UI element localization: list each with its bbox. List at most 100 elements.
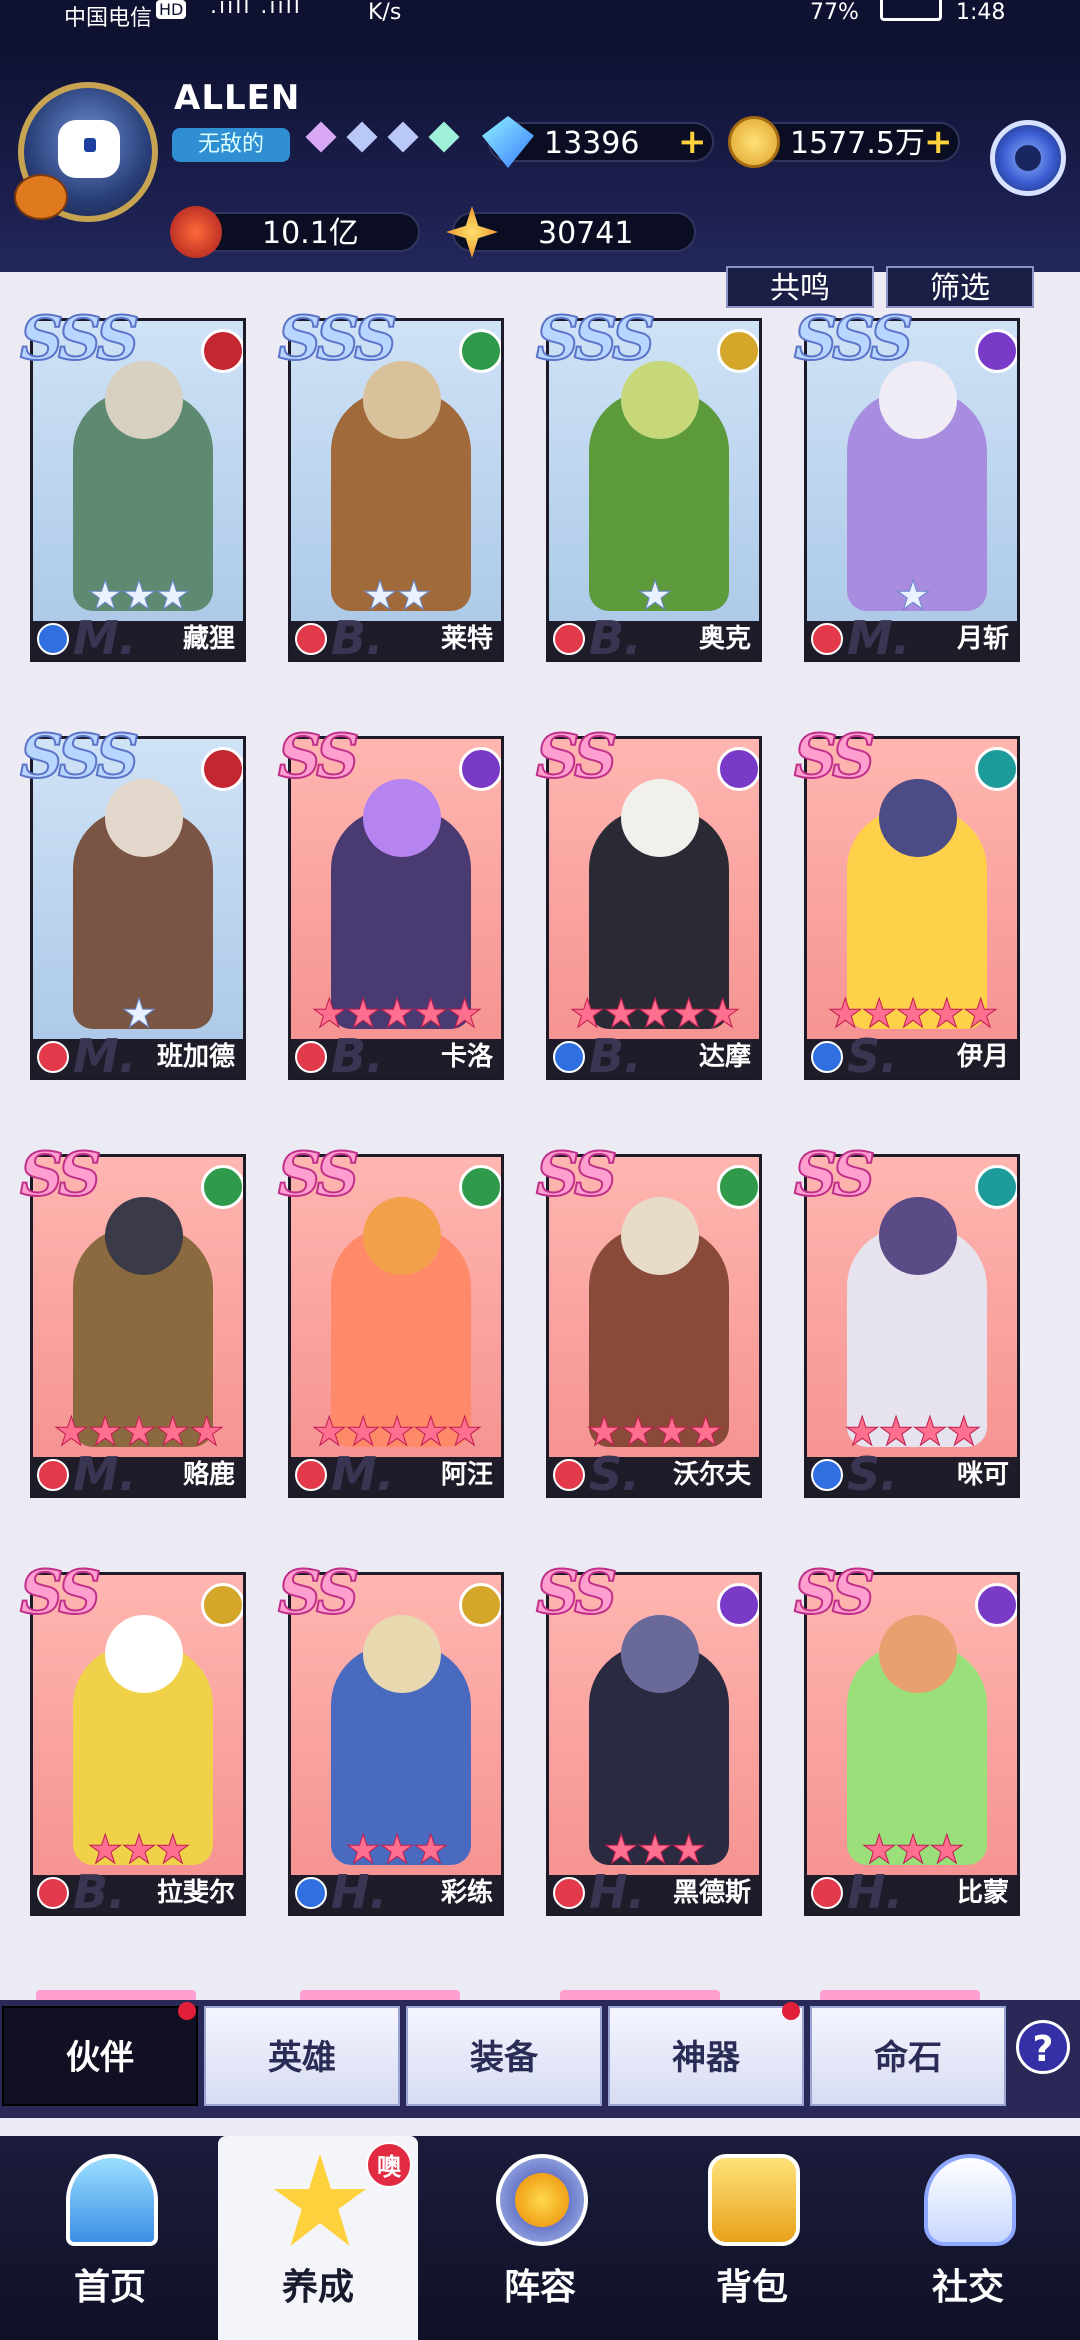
hero-head (879, 779, 957, 857)
player-name: ALLEN (174, 78, 301, 118)
stardust-stat: 30741 (446, 206, 696, 258)
nav-backpack[interactable]: 背包 (652, 2136, 852, 2340)
star-icon: ★ (670, 1827, 707, 1874)
sword-role-icon (811, 623, 843, 655)
star-icon: ★ (412, 991, 449, 1038)
netspeed-label: K/s (368, 0, 402, 25)
hero-card[interactable]: ★★★★★ S. 伊月 SS (793, 721, 1020, 1080)
hero-nameplate: M. 班加德 (33, 1029, 243, 1077)
hero-nameplate: B. 莱特 (291, 611, 501, 659)
nav-label: 背包 (715, 2267, 788, 2308)
hero-card[interactable]: ★★★ H. 黑德斯 SS (535, 1557, 762, 1916)
settings-gear-icon[interactable] (990, 120, 1066, 196)
star-icon: ★ (637, 991, 674, 1038)
hero-nameplate: M. 赂鹿 (33, 1447, 243, 1495)
rank-badge: SS (793, 1139, 876, 1211)
star-rating: ★★★★★ (291, 1409, 501, 1456)
hero-name: 奥克 (698, 624, 751, 654)
water-faction-icon (975, 1165, 1017, 1209)
hero-card[interactable]: ★★★★★ M. 赂鹿 SS (19, 1139, 246, 1498)
nav-label: 首页 (73, 2267, 146, 2308)
hero-class: B. (73, 1865, 126, 1916)
hero-card[interactable]: ★ B. 奥克 SSS (535, 310, 762, 662)
star-icon: ★ (154, 1409, 191, 1456)
hero-class: B. (331, 1029, 384, 1080)
hero-card[interactable]: ★★★★★ M. 阿汪 SS (277, 1139, 504, 1498)
social-ghost-icon (924, 2154, 1016, 2246)
notification-dot (782, 2002, 800, 2020)
hero-head (621, 779, 699, 857)
hero-class: M. (73, 611, 137, 662)
avatar-eye-icon (84, 138, 96, 152)
star-rating: ★★★★★ (33, 1409, 243, 1456)
star-rating: ★★★★★ (291, 991, 501, 1038)
battery-percent: 77% (810, 0, 859, 25)
hero-card[interactable]: ★★★ H. 比蒙 SS (793, 1557, 1020, 1916)
hero-class: M. (73, 1447, 137, 1498)
sword-role-icon (553, 1877, 585, 1909)
player-title-badge: 无敌的 (172, 128, 290, 162)
hero-name: 莱特 (440, 624, 493, 654)
hero-card[interactable]: ★★★ B. 拉斐尔 SS (19, 1557, 246, 1916)
wand-role-icon (553, 1041, 585, 1073)
gold-currency[interactable]: 1577.5万 + (728, 116, 960, 168)
hero-card[interactable]: ★ M. 班加德 SSS (19, 721, 246, 1080)
subtab-artifact[interactable]: 神器 (608, 2006, 804, 2106)
hero-nameplate: B. 奥克 (549, 611, 759, 659)
hero-nameplate: B. 卡洛 (291, 1029, 501, 1077)
hero-card[interactable]: ★★★ M. 藏狸 SSS (19, 310, 246, 662)
home-icon (66, 2154, 158, 2246)
hero-grid: ★★★ M. 藏狸 SSS ★★ B. 莱特 SSS ★ B. 奥克 SSS ★ M. 月斩 SSS ★ M. 班加… (0, 310, 1080, 1996)
nav-nurture[interactable]: 噢 养成 (218, 2136, 418, 2340)
nav-home[interactable]: 首页 (10, 2136, 210, 2340)
moon-faction-icon (975, 1583, 1017, 1627)
resonance-button[interactable]: 共鸣 (726, 266, 874, 308)
rank-badge: SS (19, 1557, 102, 1629)
hero-class: M. (331, 1447, 395, 1498)
nav-formation[interactable]: 阵容 (440, 2136, 640, 2340)
hero-name: 沃尔夫 (672, 1460, 751, 1490)
nav-social[interactable]: 社交 (868, 2136, 1068, 2340)
hero-card[interactable]: ★ M. 月斩 SSS (793, 310, 1020, 662)
hero-card[interactable]: ★★★★★ B. 达摩 SS (535, 721, 762, 1080)
rank-badge: SS (19, 1139, 102, 1211)
star-rating: ★★★★★ (807, 991, 1017, 1038)
rank-badge: SSS (19, 721, 140, 793)
coin-icon (728, 116, 780, 168)
nav-label: 阵容 (503, 2267, 576, 2308)
star-icon: ★ (154, 1827, 191, 1874)
subtab-partner[interactable]: 伙伴 (2, 2006, 198, 2106)
wand-role-icon (295, 1877, 327, 1909)
subtab-equipment[interactable]: 装备 (406, 2006, 602, 2106)
filter-button[interactable]: 筛选 (886, 266, 1034, 308)
hero-nameplate: S. 伊月 (807, 1029, 1017, 1077)
hero-name: 彩练 (440, 1878, 493, 1908)
star-rating: ★★★ (33, 573, 243, 620)
hero-card[interactable]: ★★★★ S. 沃尔夫 SS (535, 1139, 762, 1498)
add-diamond-button[interactable]: + (678, 125, 707, 159)
sword-role-icon (37, 1041, 69, 1073)
rank-badge: SS (793, 721, 876, 793)
heart-role-icon (37, 623, 69, 655)
hero-card[interactable]: ★★★ H. 彩练 SS (277, 1557, 504, 1916)
nav-label: 养成 (281, 2267, 354, 2308)
star-icon: ★ (704, 991, 741, 1038)
hero-card[interactable]: ★★★★★ B. 卡洛 SS (277, 721, 504, 1080)
hero-card[interactable]: ★★★★ S. 咪可 SS (793, 1139, 1020, 1498)
star-icon: ★ (928, 991, 965, 1038)
help-button[interactable]: ? (1016, 2020, 1070, 2074)
fire-faction-icon (201, 747, 243, 791)
star-icon: ★ (379, 991, 416, 1038)
diamond-currency[interactable]: 13396 + (482, 116, 714, 168)
status-bar: 中国电信 HD .ııll .ııll K/s 77% 1:48 (0, 0, 1080, 36)
hero-class: B. (589, 611, 642, 662)
star-icon: ★ (396, 573, 433, 620)
add-gold-button[interactable]: + (924, 125, 953, 159)
nurture-star-icon (274, 2154, 366, 2246)
star-icon: ★ (154, 573, 191, 620)
star-rating: ★★★ (291, 1827, 501, 1874)
hero-card[interactable]: ★★ B. 莱特 SSS (277, 310, 504, 662)
subtab-hero[interactable]: 英雄 (204, 2006, 400, 2106)
avatar[interactable] (14, 82, 158, 222)
subtab-fate-stone[interactable]: 命石 (810, 2006, 1006, 2106)
